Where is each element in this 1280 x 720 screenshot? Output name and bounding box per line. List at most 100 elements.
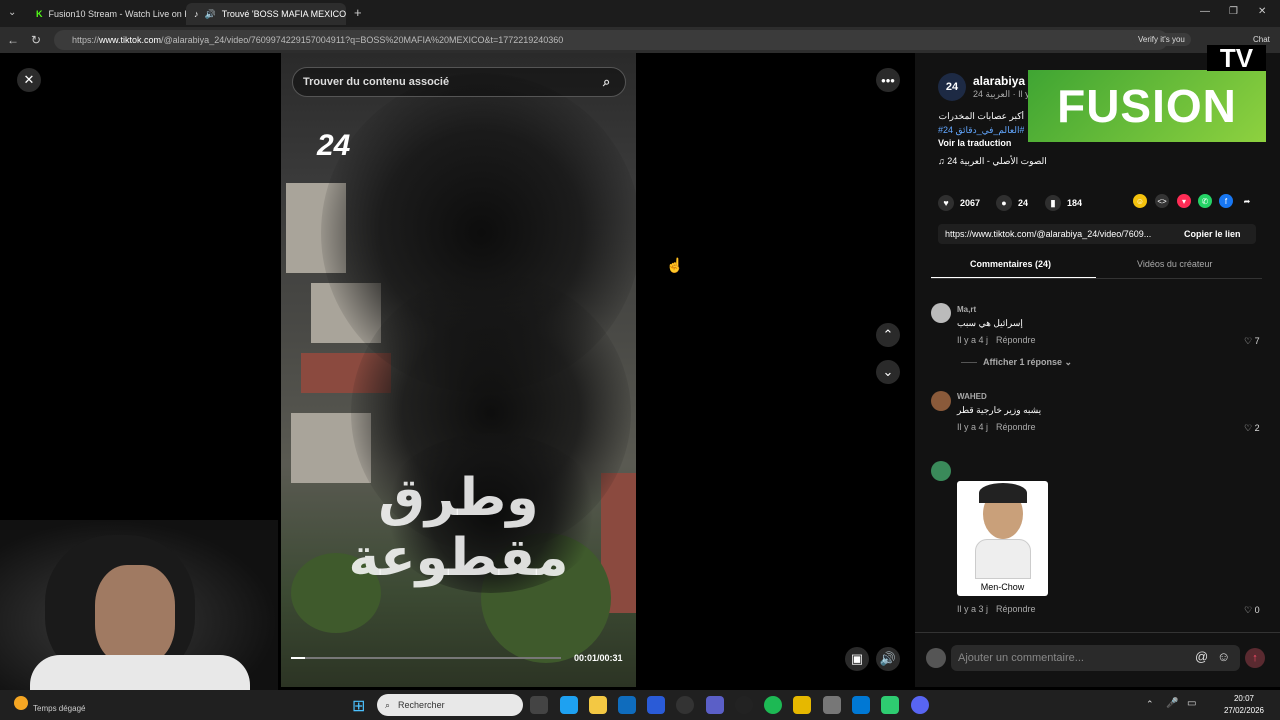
tab-tiktok[interactable]: ♪ 🔊 Trouvé 'BOSS MAFIA MEXICO' ✕	[186, 3, 346, 25]
sound-link[interactable]: ♫ الصوت الأصلي - العربية 24	[938, 156, 1047, 167]
tab-list-icon[interactable]: ⌄	[8, 7, 16, 18]
progress-fill	[291, 657, 305, 659]
author-subtitle: 24 العربية · Il y	[973, 89, 1030, 99]
tab-creator-videos[interactable]: Vidéos du créateur	[1137, 259, 1212, 269]
video-frame[interactable]: 24 وطرق مقطوعة 00:01/00:31	[281, 53, 636, 687]
heart-outline-icon: ♡	[1244, 423, 1255, 433]
comment-time: Il y a 4 j	[957, 422, 989, 432]
network-icon[interactable]: ▭	[1187, 698, 1196, 709]
clock-date[interactable]: 27/02/2026	[1222, 706, 1266, 715]
teams-icon[interactable]	[706, 696, 724, 714]
more-options-icon[interactable]: •••	[876, 68, 900, 92]
comment-button[interactable]: ● 24	[996, 195, 1028, 211]
tab-fusion10[interactable]: K Fusion10 Stream - Watch Live on K ✕	[28, 3, 186, 25]
facebook-icon[interactable]: f	[1219, 194, 1233, 208]
clock-time[interactable]: 20:07	[1224, 694, 1264, 703]
start-icon[interactable]: ⊞	[352, 696, 365, 716]
video-caption: أكبر عصابات المخدرات	[938, 111, 1024, 121]
channel-logo: 24	[317, 129, 351, 162]
whatsapp-icon[interactable]: ✆	[1198, 194, 1212, 208]
hashtags[interactable]: #24 العالم_في_دقائق#	[938, 125, 1024, 136]
heart-outline-icon: ♡	[1244, 336, 1255, 346]
minimize-button[interactable]: —	[1200, 6, 1210, 17]
tab-bar: ⌄ K Fusion10 Stream - Watch Live on K ✕ …	[0, 0, 1280, 27]
translate-link[interactable]: Voir la traduction	[938, 138, 1011, 148]
comment-avatar[interactable]	[931, 461, 951, 481]
embed-icon[interactable]: <>	[1155, 194, 1169, 208]
image-caption: Men-Chow	[980, 582, 1025, 592]
photos-icon[interactable]	[852, 696, 870, 714]
tab-comments[interactable]: Commentaires (24)	[970, 259, 1051, 269]
app-icon[interactable]	[793, 696, 811, 714]
outlook-icon[interactable]	[618, 696, 636, 714]
edge-icon[interactable]	[560, 696, 578, 714]
new-tab-button[interactable]: +	[354, 5, 362, 20]
refresh-icon[interactable]: ↻	[31, 33, 41, 47]
xbox-icon[interactable]	[676, 696, 694, 714]
author-avatar[interactable]: 24	[938, 73, 966, 101]
fusion-logo: FUSION	[1028, 70, 1266, 142]
emoji-icon[interactable]: ☺	[1217, 649, 1230, 664]
video-overlay-text: وطرق مقطوعة	[348, 468, 569, 588]
tray-chevron-icon[interactable]: ⌃	[1146, 699, 1154, 710]
comment-image[interactable]: Men-Chow	[957, 481, 1048, 596]
previous-video-button[interactable]: ⌃	[876, 323, 900, 347]
comment-likes[interactable]: ♡ 2	[1244, 423, 1260, 434]
comment-likes[interactable]: ♡ 0	[1244, 605, 1260, 616]
explorer-icon[interactable]	[589, 696, 607, 714]
share-icon[interactable]: ➦	[1240, 194, 1254, 208]
taskbar-search[interactable]: ⌕ Rechercher	[377, 694, 523, 716]
comment-input[interactable]: Ajouter un commentaire... @ ☺	[951, 645, 1240, 671]
tiktok-icon: ♪	[194, 9, 199, 19]
maximize-button[interactable]: ❐	[1229, 6, 1238, 17]
comment-avatar[interactable]	[931, 303, 951, 323]
show-replies-button[interactable]: Afficher 1 réponse ⌄	[983, 357, 1072, 368]
weather-icon[interactable]	[14, 696, 28, 710]
comment-likes[interactable]: ♡ 7	[1244, 336, 1260, 347]
bookmark-icon: ▮	[1045, 195, 1061, 211]
reply-button[interactable]: Répondre	[996, 335, 1036, 345]
input-divider	[915, 632, 1280, 633]
video-link: https://www.tiktok.com/@alarabiya_24/vid…	[945, 229, 1152, 239]
coin-icon[interactable]: ☺	[1133, 194, 1147, 208]
related-search-input[interactable]: Trouver du contenu associé ⌕	[292, 67, 626, 97]
url-field[interactable]: https://www.tiktok.com/@alarabiya_24/vid…	[54, 30, 1168, 50]
mention-icon[interactable]: @	[1195, 649, 1208, 664]
copy-link-button[interactable]: Copier le lien	[1184, 229, 1241, 239]
author-name[interactable]: alarabiya	[973, 74, 1025, 88]
store-icon[interactable]	[647, 696, 665, 714]
close-viewer-button[interactable]: ✕	[17, 68, 41, 92]
volume-icon[interactable]: 🔊	[876, 647, 900, 671]
task-view-icon[interactable]	[530, 696, 548, 714]
comment-author[interactable]: Ma,rt	[957, 305, 976, 314]
verify-button[interactable]: Verify it's you	[1132, 33, 1191, 46]
save-button[interactable]: ▮ 184	[1045, 195, 1082, 211]
discord-icon[interactable]	[911, 696, 929, 714]
chat-button[interactable]: Chat	[1253, 35, 1270, 44]
close-window-button[interactable]: ✕	[1258, 6, 1266, 17]
pip-icon[interactable]: ▣	[845, 647, 869, 671]
next-video-button[interactable]: ⌄	[876, 360, 900, 384]
progress-bar[interactable]	[291, 657, 561, 659]
send-icon[interactable]: ▾	[1177, 194, 1191, 208]
reply-button[interactable]: Répondre	[996, 422, 1036, 432]
mouse-cursor-icon: ☝	[666, 257, 684, 273]
streamer-shirt	[30, 655, 250, 690]
music-note-icon: ♫	[938, 156, 948, 166]
comment-author[interactable]: WAHED	[957, 392, 987, 401]
comment-avatar[interactable]	[931, 391, 951, 411]
settings-icon[interactable]	[823, 696, 841, 714]
taskbar	[0, 690, 1280, 720]
terminal-icon[interactable]	[881, 696, 899, 714]
webcam-overlay	[0, 520, 278, 690]
reply-button[interactable]: Répondre	[996, 604, 1036, 614]
mic-icon[interactable]: 🎤	[1166, 698, 1178, 709]
comment-icon: ●	[996, 195, 1012, 211]
user-avatar	[926, 648, 946, 668]
post-comment-button[interactable]: ↑	[1245, 648, 1265, 668]
obs-icon[interactable]	[735, 696, 753, 714]
search-icon[interactable]: ⌕	[603, 74, 610, 90]
like-button[interactable]: ♥ 2067	[938, 195, 980, 211]
spotify-icon[interactable]	[764, 696, 782, 714]
back-icon[interactable]: ←	[7, 33, 19, 47]
